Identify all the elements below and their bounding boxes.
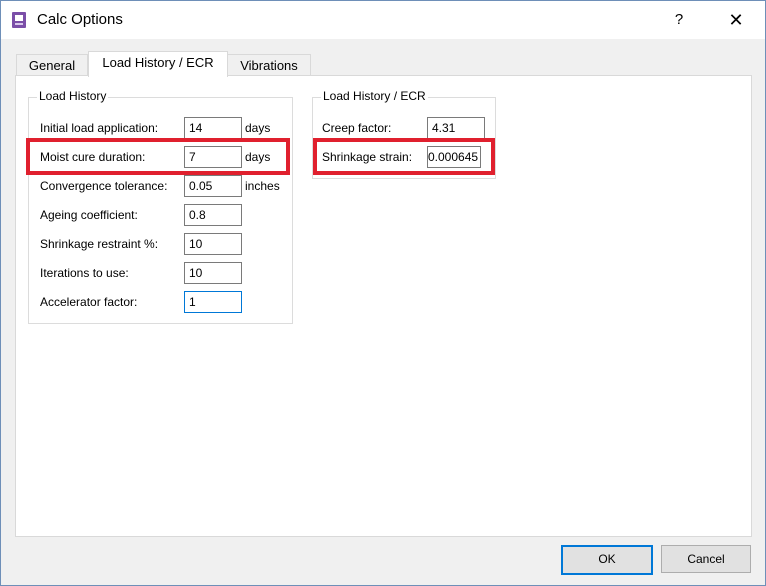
tab-vibrations[interactable]: Vibrations [227,54,311,77]
tab-load-history-ecr[interactable]: Load History / ECR [88,51,228,77]
iterations-label: Iterations to use: [40,266,129,280]
ageing-coefficient-label: Ageing coefficient: [40,208,138,222]
tab-general[interactable]: General [16,54,88,77]
shrinkage-strain-highlight [313,138,495,175]
cancel-button[interactable]: Cancel [661,545,751,573]
ecr-group-title: Load History / ECR [321,89,428,103]
shrinkage-restraint-input[interactable]: 10 [184,233,242,255]
shrinkage-restraint-label: Shrinkage restraint %: [40,237,159,251]
initial-load-unit: days [245,121,271,135]
accelerator-factor-input[interactable]: 1 [184,291,242,313]
moist-cure-highlight [26,138,290,175]
close-icon[interactable]: ✕ [725,9,747,31]
convergence-tolerance-input[interactable]: 0.05 [184,175,242,197]
initial-load-label: Initial load application: [40,121,159,135]
title-bar: Calc Options ? ✕ [1,1,765,39]
app-icon [11,11,27,29]
load-history-group-title: Load History [37,89,109,103]
initial-load-input[interactable]: 14 [184,117,242,139]
convergence-tolerance-label: Convergence tolerance: [40,179,168,193]
convergence-tolerance-unit: inches [245,179,280,193]
accelerator-factor-label: Accelerator factor: [40,295,138,309]
creep-factor-input[interactable]: 4.31 [427,117,485,139]
ageing-coefficient-input[interactable]: 0.8 [184,204,242,226]
iterations-input[interactable]: 10 [184,262,242,284]
ok-button[interactable]: OK [561,545,653,575]
calc-options-dialog: Calc Options ? ✕ General Load History / … [0,0,766,586]
window-title: Calc Options [37,11,123,28]
creep-factor-label: Creep factor: [322,121,392,135]
tab-panel: Load History Initial load application: 1… [15,75,752,537]
help-button[interactable]: ? [669,9,689,31]
